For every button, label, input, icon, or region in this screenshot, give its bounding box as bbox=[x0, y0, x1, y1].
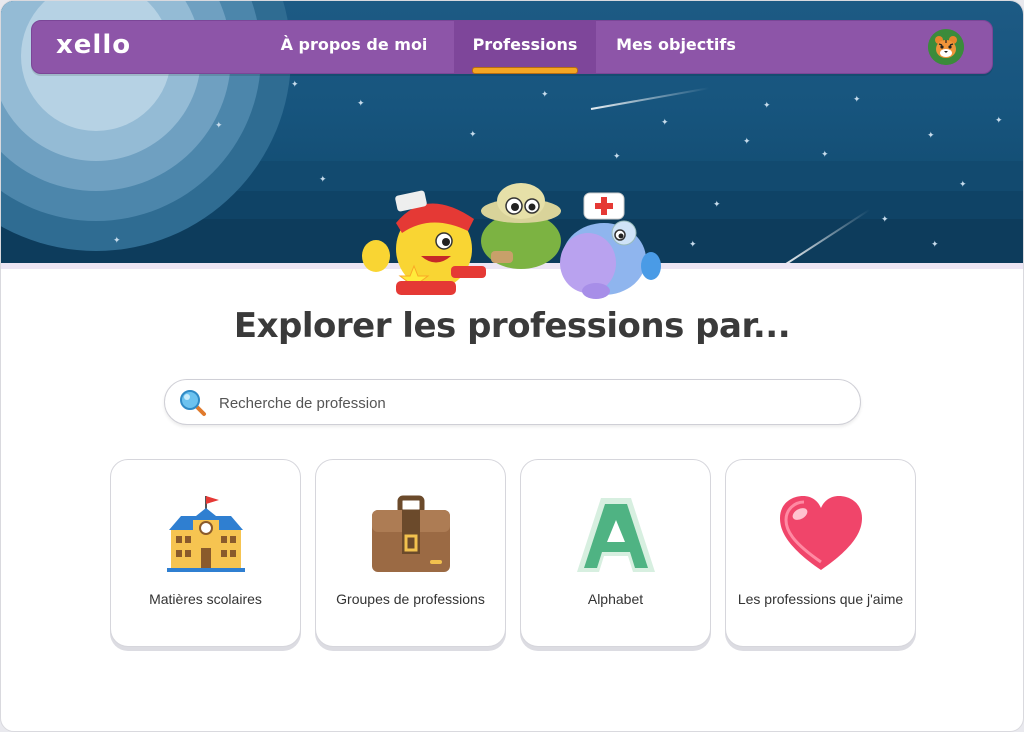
magnifier-icon bbox=[180, 390, 206, 416]
card-label: Groupes de professions bbox=[336, 591, 485, 607]
nav-tab-label: Professions bbox=[472, 35, 578, 54]
page-title: Explorer les professions par... bbox=[233, 306, 791, 346]
active-tab-indicator bbox=[472, 67, 578, 74]
nav-tab-label: Mes objectifs bbox=[616, 35, 736, 54]
nav-tab-label: À propos de moi bbox=[280, 35, 428, 54]
card-school-subjects[interactable]: Matières scolaires bbox=[110, 459, 301, 647]
card-label: Alphabet bbox=[587, 591, 644, 607]
card-label: Les professions que j'aime bbox=[737, 591, 904, 607]
xello-logo[interactable]: xello bbox=[56, 30, 131, 60]
heart-icon bbox=[779, 496, 862, 570]
top-nav-bar: xello À propos de moi Professions Mes ob… bbox=[31, 20, 993, 74]
card-favorite-professions[interactable]: Les professions que j'aime bbox=[725, 459, 916, 647]
firefighter-mascot bbox=[362, 190, 486, 295]
search-input[interactable] bbox=[217, 380, 841, 426]
profession-search-bar[interactable] bbox=[164, 379, 861, 426]
nav-tab-my-goals[interactable]: Mes objectifs bbox=[606, 21, 746, 73]
app-frame: ✦ ✦ ✦ ✦ ✦ ✦ ✦ ✦ ✦ ✦ ✦ ✦ ✦ ✦ ✦ ✦ ✦ ✦ ✦ ✦ … bbox=[0, 0, 1024, 732]
nav-tab-professions[interactable]: Professions bbox=[454, 21, 596, 74]
shooting-star bbox=[590, 87, 710, 110]
tiger-avatar-icon[interactable] bbox=[928, 29, 964, 65]
nav-tab-about-me[interactable]: À propos de moi bbox=[270, 21, 438, 73]
card-profession-groups[interactable]: Groupes de professions bbox=[315, 459, 506, 647]
turtle-mascot bbox=[481, 183, 561, 269]
card-label: Matières scolaires bbox=[149, 591, 262, 607]
briefcase-icon bbox=[371, 495, 450, 572]
school-icon bbox=[166, 496, 245, 572]
nurse-mascot bbox=[560, 192, 661, 299]
card-alphabet[interactable]: Alphabet bbox=[520, 459, 711, 647]
mascots-illustration bbox=[362, 183, 661, 299]
letter-a-icon bbox=[576, 498, 655, 572]
